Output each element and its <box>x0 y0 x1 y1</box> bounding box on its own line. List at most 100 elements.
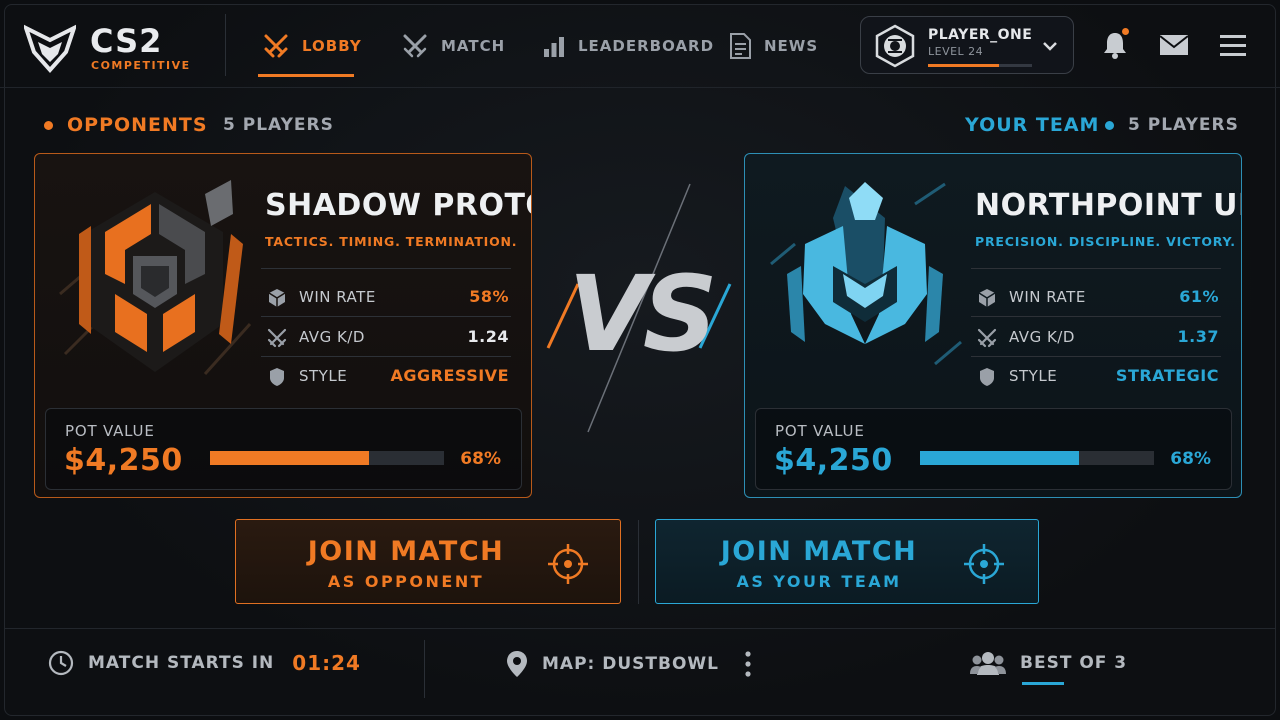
bar-chart-icon <box>544 37 564 57</box>
your-team-player-count: 5 PLAYERS <box>1128 115 1239 135</box>
your-team-kd-row: AVG K/D 1.37 <box>971 318 1221 356</box>
stat-value: AGGRESSIVE <box>390 366 509 385</box>
cube-icon <box>268 289 286 307</box>
nav-leaderboard-label: LEADERBOARD <box>578 37 715 55</box>
pot-progress-bar <box>920 451 1154 465</box>
join-button-title: JOIN MATCH <box>720 536 918 567</box>
notification-dot <box>1122 28 1129 35</box>
stat-divider <box>261 268 511 269</box>
opponent-pot-box: POT VALUE $4,250 68% <box>45 408 522 490</box>
level-progress-bar <box>928 64 1032 67</box>
stat-label: WIN RATE <box>299 288 376 306</box>
join-button-subtitle: AS YOUR TEAM <box>736 572 902 591</box>
pot-percent: 68% <box>1170 449 1211 469</box>
pot-value: $4,250 <box>774 443 893 478</box>
northpoint-unit-emblem-icon <box>770 182 962 366</box>
chevron-down-icon <box>1043 42 1057 51</box>
pot-progress-bar <box>210 451 444 465</box>
users-icon <box>970 652 1006 675</box>
nav-lobby[interactable]: LOBBY <box>262 30 362 62</box>
pot-label: POT VALUE <box>775 422 865 440</box>
profile-dropdown[interactable]: PLAYER_ONE LEVEL 24 <box>860 16 1074 74</box>
match-starts-label: MATCH STARTS IN <box>88 653 275 673</box>
pot-percent: 68% <box>460 449 501 469</box>
opponents-player-count: 5 PLAYERS <box>223 115 334 135</box>
opponent-team-tagline: TACTICS. TIMING. TERMINATION. <box>265 234 518 249</box>
stat-value: 1.24 <box>467 327 509 346</box>
your-team-dot <box>1105 121 1114 130</box>
app-subtitle: COMPETITIVE <box>91 59 191 72</box>
stat-value: 58% <box>469 287 509 306</box>
nav-match[interactable]: MATCH <box>401 30 505 62</box>
nav-news[interactable]: NEWS <box>728 30 818 62</box>
opponent-team-name: SHADOW PROTOCOL <box>265 188 531 223</box>
join-button-subtitle: AS OPPONENT <box>327 572 485 591</box>
stat-label: STYLE <box>1009 367 1058 385</box>
your-team-pot-box: POT VALUE $4,250 68% <box>755 408 1232 490</box>
app-title: CS2 <box>90 22 163 60</box>
nav-lobby-label: LOBBY <box>302 37 362 55</box>
vs-text: VS <box>568 253 712 375</box>
opponents-dot <box>44 121 53 130</box>
join-button-title: JOIN MATCH <box>307 536 505 567</box>
stat-label: STYLE <box>299 367 348 385</box>
document-icon <box>730 33 751 59</box>
join-as-opponent-button[interactable]: JOIN MATCH AS OPPONENT <box>235 519 621 604</box>
stat-value: 61% <box>1179 287 1219 306</box>
nav-active-indicator <box>258 74 354 77</box>
map-label: MAP: DUSTBOWL <box>542 654 719 674</box>
stat-divider <box>971 316 1221 317</box>
profile-level: LEVEL 24 <box>928 45 984 58</box>
shield-icon <box>980 368 994 386</box>
map-info: MAP: DUSTBOWL <box>506 650 719 678</box>
your-team-card: NORTHPOINT UNIT PRECISION. DISCIPLINE. V… <box>744 153 1242 498</box>
footer-divider <box>424 640 425 698</box>
profile-name: PLAYER_ONE <box>928 27 1033 43</box>
level-progress-fill <box>928 64 999 67</box>
pot-progress-fill <box>210 451 370 465</box>
crosshair-icon <box>964 544 1004 584</box>
crossed-swords-icon <box>977 328 997 348</box>
opponent-win-rate-row: WIN RATE 58% <box>261 278 511 316</box>
stat-divider <box>971 268 1221 269</box>
stat-value: STRATEGIC <box>1115 366 1219 385</box>
your-team-label: YOUR TEAM <box>965 114 1100 136</box>
nav-leaderboard[interactable]: LEADERBOARD <box>542 30 714 62</box>
join-as-your-team-button[interactable]: JOIN MATCH AS YOUR TEAM <box>655 519 1039 604</box>
clock-icon <box>48 650 74 676</box>
crosshair-icon <box>548 544 588 584</box>
opponents-label: OPPONENTS <box>67 114 208 136</box>
your-team-style-row: STYLE STRATEGIC <box>971 357 1221 395</box>
versus-graphic: VS <box>546 183 732 433</box>
pot-value: $4,250 <box>64 443 183 478</box>
menu-icon[interactable] <box>1220 34 1246 56</box>
header-divider <box>225 14 226 76</box>
nav-news-label: NEWS <box>764 37 819 55</box>
countdown-timer: 01:24 <box>292 651 361 675</box>
pot-label: POT VALUE <box>65 422 155 440</box>
stat-label: WIN RATE <box>1009 288 1086 306</box>
avatar <box>875 24 915 68</box>
brand-logo-icon <box>24 24 76 74</box>
best-of-info: BEST OF 3 <box>970 650 1127 676</box>
best-of-indicator <box>1022 682 1064 685</box>
cube-icon <box>978 289 996 307</box>
your-team-name: NORTHPOINT UNIT <box>975 188 1241 223</box>
stat-label: AVG K/D <box>1009 328 1075 346</box>
crossed-swords-icon <box>267 328 287 348</box>
pot-progress-fill <box>920 451 1080 465</box>
opponent-style-row: STYLE AGGRESSIVE <box>261 357 511 395</box>
stat-label: AVG K/D <box>299 328 365 346</box>
mail-icon[interactable] <box>1159 34 1189 56</box>
your-team-win-rate-row: WIN RATE 61% <box>971 278 1221 316</box>
opponent-team-card: SHADOW PROTOCOL TACTICS. TIMING. TERMINA… <box>34 153 532 498</box>
best-of-label[interactable]: BEST OF 3 <box>1020 653 1127 673</box>
more-options-icon[interactable] <box>742 650 754 678</box>
crossed-swords-icon <box>264 34 288 58</box>
crossed-knives-icon <box>403 34 427 58</box>
map-pin-icon <box>507 651 527 677</box>
stat-value: 1.37 <box>1177 327 1219 346</box>
match-countdown: MATCH STARTS IN 01:24 <box>48 650 361 676</box>
shield-icon <box>270 368 284 386</box>
opponent-kd-row: AVG K/D 1.24 <box>261 318 511 356</box>
